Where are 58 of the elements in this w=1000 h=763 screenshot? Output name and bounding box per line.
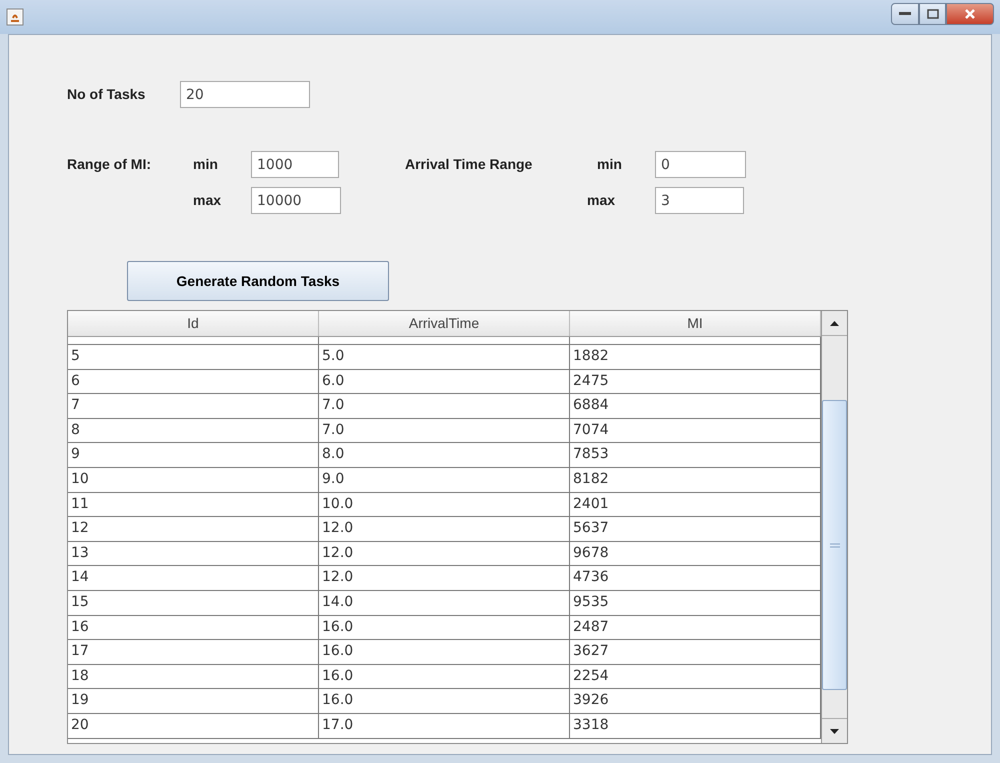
table-cell: 10 (68, 468, 319, 492)
column-header[interactable]: Id (68, 311, 319, 336)
generate-button[interactable]: Generate Random Tasks (127, 261, 389, 301)
minimize-icon (899, 12, 911, 16)
grip-icon (830, 542, 840, 548)
table-cell: 12.0 (319, 517, 570, 541)
table-cell: 17.0 (319, 714, 570, 738)
field-label: Arrival Time Range (405, 155, 534, 174)
table-cell: 12.0 (319, 542, 570, 566)
close-button[interactable] (946, 3, 994, 25)
down-arrow-icon (830, 728, 839, 734)
column-header[interactable]: ArrivalTime (319, 311, 570, 336)
field-label: min (597, 155, 623, 174)
table-cell: 14.0 (319, 590, 570, 615)
maximize-button[interactable] (919, 3, 946, 25)
scroll-thumb[interactable] (822, 400, 847, 690)
table-cell: 6 (68, 370, 319, 394)
up-arrow-icon (830, 320, 839, 326)
table-cell: 16.0 (319, 664, 570, 688)
table-cell: 11 (68, 492, 319, 516)
table-cell: 16.0 (319, 640, 570, 664)
input-field[interactable]: 3 (655, 187, 744, 214)
table-cell: 7 (68, 394, 319, 418)
table-cell: 17 (68, 640, 319, 664)
table-cell: 19 (68, 689, 319, 713)
table-cell: 6.0 (319, 370, 570, 394)
table-cell: 18 (68, 664, 319, 688)
input-field[interactable]: 20 (180, 81, 310, 108)
field-label: No of Tasks (67, 85, 146, 104)
field-label: max (193, 191, 222, 210)
table-cell: 12 (68, 517, 319, 541)
table-cell: 13 (68, 542, 319, 566)
table-cell: 9 (68, 443, 319, 467)
table-cell: 7.0 (319, 418, 570, 442)
field-label: max (587, 191, 616, 210)
field-label: Range of MI: (67, 155, 152, 174)
app-icon (6, 8, 24, 26)
table-cell: 8 (68, 418, 319, 442)
table-cell: 12.0 (319, 566, 570, 590)
close-icon (964, 8, 976, 20)
input-field[interactable]: 0 (655, 151, 746, 178)
table-cell: 5.0 (319, 345, 570, 369)
table-cell: 16.0 (319, 689, 570, 713)
input-field[interactable]: 10000 (251, 187, 341, 214)
maximize-icon (926, 9, 938, 19)
table-cell: 5 (68, 345, 319, 369)
table-cell: 10.0 (319, 492, 570, 516)
minimize-button[interactable] (891, 3, 919, 25)
table-cell: 16.0 (319, 616, 570, 640)
table-cell: 14 (68, 566, 319, 590)
table-cell: 8.0 (319, 443, 570, 467)
table-cell: 16 (68, 616, 319, 640)
table-cell: 9.0 (319, 468, 570, 492)
table-cell: 7.0 (319, 394, 570, 418)
table-cell: 15 (68, 590, 319, 615)
field-label: min (193, 155, 219, 174)
table-cell: 20 (68, 714, 319, 738)
input-field[interactable]: 1000 (251, 151, 339, 178)
